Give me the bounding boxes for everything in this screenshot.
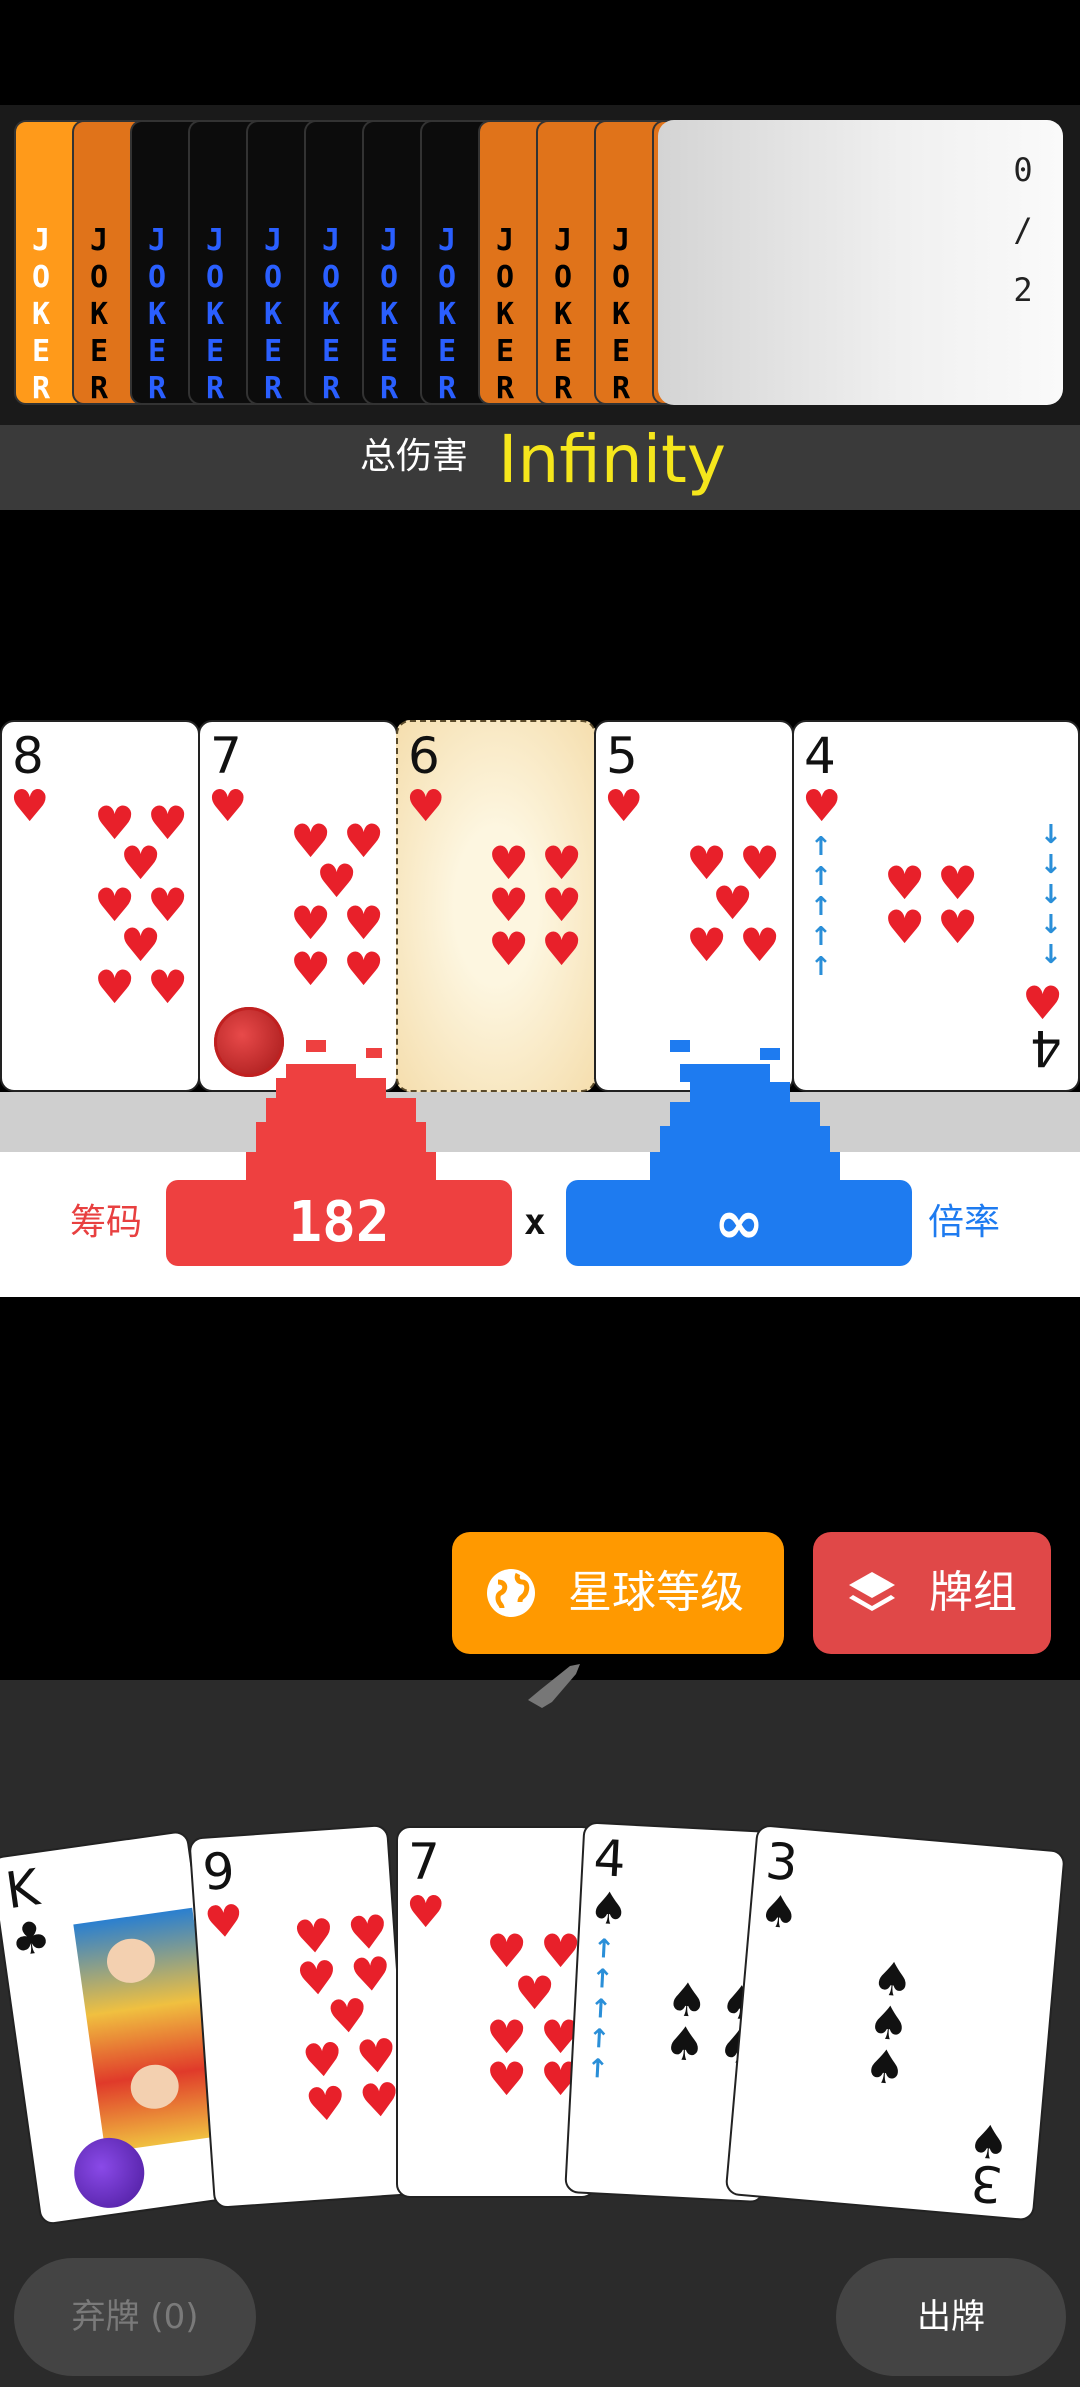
globe-icon bbox=[487, 1569, 535, 1617]
hand-card-9-hearts[interactable]: 9 ♥ ♥ ♥ ♥ ♥ ♥ ♥ ♥ ♥ ♥ bbox=[188, 1823, 414, 2209]
joker-card-label: JOKER bbox=[379, 223, 399, 405]
card-rank: K bbox=[2, 1858, 43, 1921]
played-card-4-hearts: 4 ♥ ↑ ↑ ↑ ↑ ↑ ♥ ♥ ♥ ♥ ↓ ↓ ↓ ↓ ↓ ♥ 4 bbox=[792, 720, 1080, 1092]
multiply-sign: x bbox=[524, 1202, 546, 1243]
joker-card-label: JOKER bbox=[321, 223, 341, 405]
joker-card-label: JOKER bbox=[147, 223, 167, 405]
card-rank: 9 bbox=[200, 1841, 237, 1902]
heart-icon: ♥ bbox=[10, 781, 50, 832]
card-rank: 6 bbox=[408, 727, 440, 785]
heart-icon: ♥ bbox=[604, 781, 644, 832]
arrow-down-icon: ↓ ↓ ↓ ↓ ↓ bbox=[1040, 820, 1062, 970]
deck-button[interactable]: 牌组 bbox=[813, 1532, 1051, 1654]
joker-slot-current: 0 bbox=[1013, 151, 1033, 189]
card-rank: 7 bbox=[210, 727, 242, 785]
chips-flame-icon bbox=[246, 1040, 436, 1190]
heart-icon: ♥ bbox=[290, 896, 332, 950]
joker-inspect-slot[interactable]: 0 / 2 bbox=[658, 120, 1063, 405]
joker-slot-counter: 0 / 2 bbox=[1003, 140, 1043, 320]
heart-icon: ♥ bbox=[541, 922, 583, 976]
king-face bbox=[104, 1935, 158, 1986]
hand-card-3-spades[interactable]: 3 ♠ ♠ ♠ ♠ ♠ 3 bbox=[724, 1823, 1066, 2222]
card-rank: 5 bbox=[606, 727, 638, 785]
layers-icon bbox=[849, 1572, 895, 1611]
heart-icon: ♥ bbox=[486, 2052, 528, 2106]
play-hand-button[interactable]: 出牌 bbox=[836, 2258, 1066, 2376]
card-rank: 8 bbox=[12, 727, 44, 785]
total-damage-value: Infinity bbox=[498, 421, 726, 498]
spade-icon: ♠ bbox=[757, 1885, 801, 1940]
heart-icon: ♥ bbox=[290, 942, 332, 996]
card-rank: 4 bbox=[592, 1828, 627, 1889]
spade-icon: ♠ bbox=[862, 2038, 908, 2096]
joker-card-label: JOKER bbox=[611, 223, 631, 405]
heart-icon: ♥ bbox=[147, 960, 189, 1014]
card-rank: 3 bbox=[763, 1831, 801, 1893]
heart-icon: ♥ bbox=[802, 781, 842, 832]
card-rank: 7 bbox=[408, 1833, 440, 1891]
heart-icon: ♥ bbox=[488, 922, 530, 976]
mult-value: ∞ bbox=[566, 1180, 912, 1266]
heart-icon: ♥ bbox=[686, 918, 728, 972]
played-card-7-hearts: 7 ♥ ♥ ♥ ♥ ♥ ♥ ♥ ♥ bbox=[198, 720, 398, 1092]
played-card-8-hearts: 8 ♥ ♥ ♥ ♥ ♥ ♥ ♥ ♥ ♥ bbox=[0, 720, 200, 1092]
joker-card-label: JOKER bbox=[205, 223, 225, 405]
heart-icon: ♥ bbox=[303, 2075, 349, 2133]
score-strip bbox=[0, 1092, 1080, 1152]
mult-label: 倍率 bbox=[928, 1202, 1001, 1243]
heart-icon: ♥ bbox=[94, 960, 136, 1014]
played-card-5-hearts: 5 ♥ ♥ ♥ ♥ ♥ ♥ bbox=[594, 720, 794, 1092]
arrow-up-icon: ↑ ↑ ↑ ↑ ↑ bbox=[585, 1933, 616, 2085]
chips-label: 筹码 bbox=[70, 1202, 143, 1243]
king-face-reversed bbox=[127, 2061, 182, 2112]
sword-icon bbox=[528, 1664, 580, 1708]
heart-icon: ♥ bbox=[202, 1895, 246, 1949]
joker-card-label: JOKER bbox=[437, 223, 457, 405]
joker-card-label: JOKER bbox=[89, 223, 109, 405]
planet-level-label: 星球等级 bbox=[568, 1567, 744, 1618]
heart-icon: ♥ bbox=[884, 900, 926, 954]
card-rank: 4 bbox=[804, 727, 836, 785]
heart-icon: ♥ bbox=[343, 896, 385, 950]
joker-card-label: JOKER bbox=[31, 223, 51, 405]
heart-icon: ♥ bbox=[406, 781, 446, 832]
arrow-up-icon: ↑ ↑ ↑ ↑ ↑ bbox=[810, 832, 832, 982]
joker-card-label: JOKER bbox=[495, 223, 515, 405]
joker-card-label: JOKER bbox=[553, 223, 573, 405]
joker-slot-separator: / bbox=[1013, 211, 1033, 249]
joker-card-label: JOKER bbox=[263, 223, 283, 405]
card-rank-corner: 4 bbox=[1030, 1019, 1062, 1077]
chips-value: 182 bbox=[166, 1180, 512, 1266]
heart-icon: ♥ bbox=[937, 900, 979, 954]
heart-icon: ♥ bbox=[343, 942, 385, 996]
joker-slot-max: 2 bbox=[1013, 271, 1033, 309]
mult-flame-icon bbox=[650, 1040, 840, 1190]
heart-icon: ♥ bbox=[406, 1887, 446, 1938]
deck-label: 牌组 bbox=[929, 1567, 1017, 1618]
card-rank-corner: 3 bbox=[968, 2152, 1005, 2214]
club-icon: ♣ bbox=[7, 1911, 54, 1968]
discard-button[interactable]: 弃牌 (0) bbox=[14, 2258, 256, 2376]
total-damage-label: 总伤害 bbox=[360, 436, 469, 477]
heart-icon: ♥ bbox=[208, 781, 248, 832]
spade-icon: ♠ bbox=[587, 1882, 630, 1936]
spade-icon: ♠ bbox=[662, 2015, 707, 2072]
played-card-6-hearts: 6 ♥ ♥ ♥ ♥ ♥ ♥ ♥ bbox=[396, 720, 596, 1092]
heart-icon: ♥ bbox=[739, 918, 781, 972]
planet-level-button[interactable]: 星球等级 bbox=[452, 1532, 784, 1654]
